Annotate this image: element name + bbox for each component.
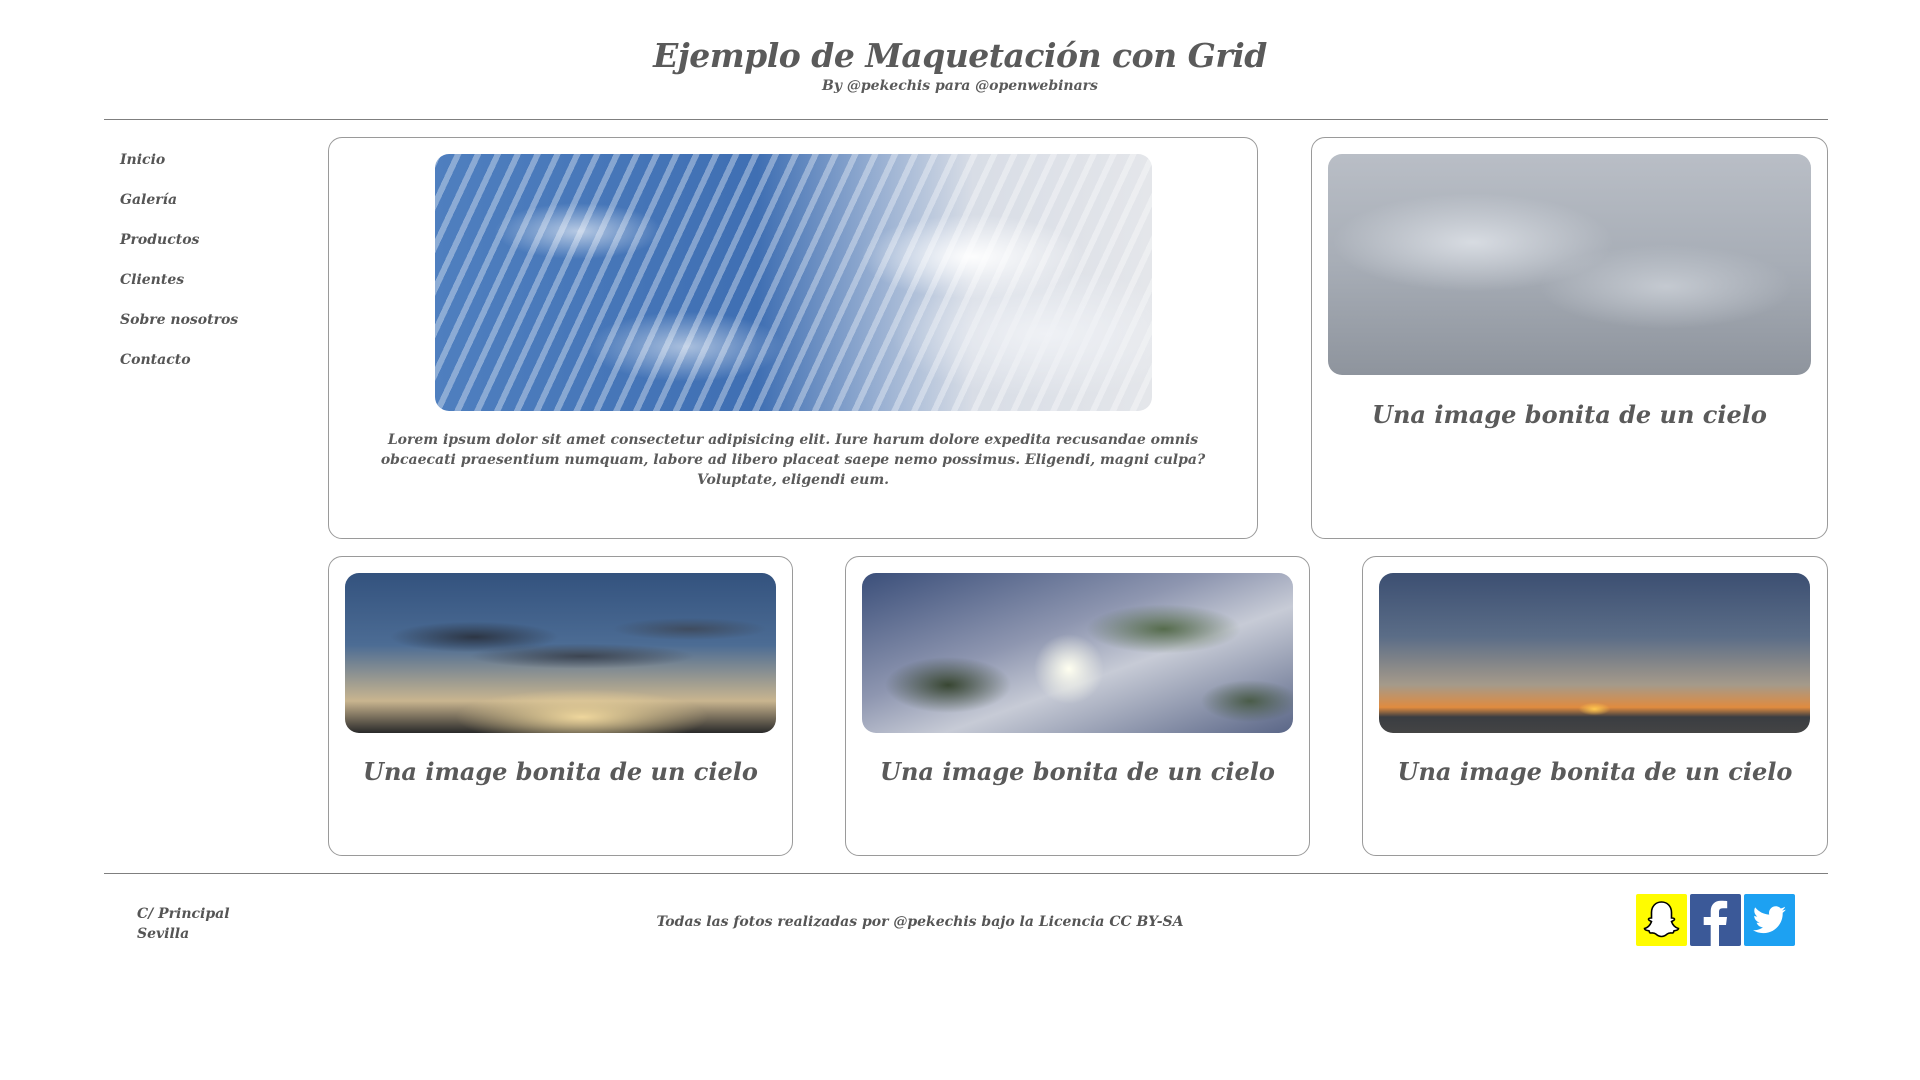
page-title: Ejemplo de Maquetación con Grid [653, 36, 1267, 75]
featured-text: Lorem ipsum dolor sit amet consectetur a… [380, 432, 1206, 488]
facebook-icon [1703, 900, 1728, 946]
gallery-card-caption: Una image bonita de un cielo [1372, 400, 1767, 429]
sidebar-nav: Inicio Galería Productos Clientes Sobre … [120, 152, 320, 392]
site-header: Ejemplo de Maquetación con Grid By @peke… [0, 0, 1920, 120]
gallery-card: Una image bonita de un cielo [1362, 556, 1828, 856]
page-subtitle: By @pekechis para @openwebinars [822, 78, 1098, 94]
sidebar-item-clientes[interactable]: Clientes [120, 272, 320, 312]
featured-card: Lorem ipsum dolor sit amet consectetur a… [328, 137, 1258, 539]
gallery-card: Una image bonita de un cielo [1311, 137, 1828, 539]
site-footer: C/ Principal Sevilla Todas las fotos rea… [0, 874, 1920, 994]
featured-sky-image [435, 154, 1152, 411]
gallery-card-caption: Una image bonita de un cielo [363, 757, 758, 786]
sidebar-item-productos[interactable]: Productos [120, 232, 320, 272]
page: Ejemplo de Maquetación con Grid By @peke… [0, 0, 1920, 1080]
address-street: C/ Principal [137, 906, 230, 922]
facebook-link[interactable] [1690, 894, 1741, 946]
gallery-card-caption: Una image bonita de un cielo [1397, 757, 1793, 786]
header-divider [104, 119, 1828, 120]
twitter-icon [1752, 906, 1787, 934]
snapchat-link[interactable] [1636, 894, 1687, 946]
twitter-link[interactable] [1744, 894, 1795, 946]
gallery-sky-image [1328, 154, 1811, 375]
address-city: Sevilla [137, 926, 190, 942]
sidebar-item-sobre-nosotros[interactable]: Sobre nosotros [120, 312, 320, 352]
snapchat-icon [1643, 901, 1680, 938]
gallery-sky-image [862, 573, 1293, 733]
footer-address: C/ Principal Sevilla [137, 904, 230, 944]
sidebar-item-galeria[interactable]: Galería [120, 192, 320, 232]
sidebar-item-inicio[interactable]: Inicio [120, 152, 320, 192]
gallery-card-caption: Una image bonita de un cielo [880, 757, 1275, 786]
gallery-sky-image [1379, 573, 1810, 733]
gallery-sky-image [345, 573, 776, 733]
gallery-card: Una image bonita de un cielo [328, 556, 793, 856]
sidebar-item-contacto[interactable]: Contacto [120, 352, 320, 392]
footer-credits: Todas las fotos realizadas por @pekechis… [656, 914, 1184, 930]
gallery-card: Una image bonita de un cielo [845, 556, 1310, 856]
